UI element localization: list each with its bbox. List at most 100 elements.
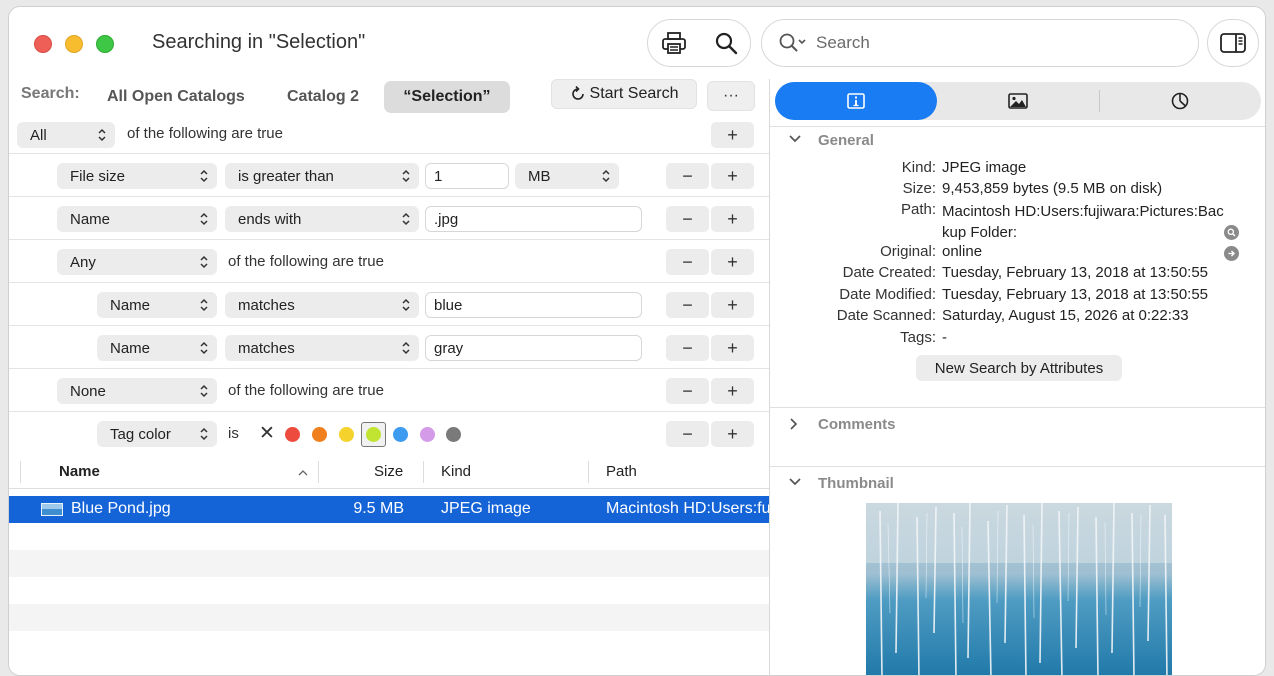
remove-criterion-button[interactable]: − bbox=[666, 163, 709, 189]
refresh-icon bbox=[571, 86, 584, 100]
tag-color-purple[interactable] bbox=[420, 427, 435, 442]
info-path-value: Macintosh HD:Users:fujiwara:Pictures:Bac… bbox=[942, 203, 1224, 241]
tag-color-blue[interactable] bbox=[393, 427, 408, 442]
scope-catalog-2[interactable]: Catalog 2 bbox=[271, 81, 375, 113]
info-key: Date Scanned: bbox=[836, 307, 936, 324]
tag-color-orange[interactable] bbox=[312, 427, 327, 442]
toggle-inspector-button[interactable] bbox=[1207, 19, 1259, 67]
criterion-value-field[interactable]: blue bbox=[425, 292, 642, 318]
pie-chart-icon bbox=[1171, 92, 1189, 110]
criterion-field-value: Name bbox=[70, 210, 111, 228]
criterion-operator-popup[interactable]: ends with bbox=[225, 206, 419, 232]
chevron-updown-icon bbox=[200, 341, 208, 355]
divider bbox=[9, 239, 769, 240]
criterion-unit-value: MB bbox=[528, 167, 551, 185]
table-row[interactable]: Blue Pond.jpg 9.5 MB JPEG image Macintos… bbox=[9, 496, 769, 523]
general-section-label: General bbox=[818, 132, 874, 149]
criterion-operator-value: is greater than bbox=[238, 167, 334, 185]
column-name[interactable]: Name bbox=[59, 463, 100, 480]
info-value: - bbox=[942, 329, 947, 346]
column-divider bbox=[318, 461, 319, 483]
column-path[interactable]: Path bbox=[606, 463, 637, 480]
info-key: Tags: bbox=[900, 329, 936, 346]
criterion-value-field[interactable]: 1 bbox=[425, 163, 509, 189]
criterion-unit-popup[interactable]: MB bbox=[515, 163, 619, 189]
reveal-path-button[interactable] bbox=[1224, 225, 1239, 240]
criterion-value-field[interactable]: gray bbox=[425, 335, 642, 361]
criterion-field-popup[interactable]: Tag color bbox=[97, 421, 217, 447]
remove-criterion-button[interactable]: − bbox=[666, 292, 709, 318]
criterion-field-popup[interactable]: Name bbox=[97, 292, 217, 318]
search-input[interactable] bbox=[816, 31, 1176, 55]
add-criterion-button[interactable]: + bbox=[711, 292, 754, 318]
add-criterion-button[interactable]: + bbox=[711, 206, 754, 232]
start-search-button[interactable]: Start Search bbox=[551, 79, 697, 109]
tag-color-yellow[interactable] bbox=[339, 427, 354, 442]
info-row-original: Original: online bbox=[770, 243, 1265, 264]
criterion-field-popup[interactable]: File size bbox=[57, 163, 217, 189]
go-to-original-button[interactable] bbox=[1224, 246, 1239, 261]
remove-criterion-button[interactable]: − bbox=[666, 206, 709, 232]
add-criterion-button[interactable]: + bbox=[711, 122, 754, 148]
minimize-window-button[interactable] bbox=[65, 35, 83, 53]
criterion-field-popup[interactable]: Name bbox=[97, 335, 217, 361]
add-criterion-button[interactable]: + bbox=[711, 378, 754, 404]
criterion-operator-popup[interactable]: matches bbox=[225, 335, 419, 361]
window-title: Searching in "Selection" bbox=[152, 31, 366, 53]
general-section-header[interactable]: General bbox=[770, 126, 1265, 154]
chevron-updown-icon bbox=[200, 255, 208, 269]
thumbnail-section-header[interactable]: Thumbnail bbox=[770, 469, 1265, 497]
column-size[interactable]: Size bbox=[374, 463, 403, 480]
remove-criterion-button[interactable]: − bbox=[666, 335, 709, 361]
zoom-window-button[interactable] bbox=[96, 35, 114, 53]
info-key: Original: bbox=[880, 243, 936, 260]
info-row-tags: Tags: - bbox=[770, 329, 1265, 350]
group-match-popup[interactable]: None bbox=[57, 378, 217, 404]
chevron-updown-icon bbox=[98, 128, 106, 142]
add-criterion-button[interactable]: + bbox=[711, 163, 754, 189]
add-criterion-button[interactable]: + bbox=[711, 335, 754, 361]
tab-info[interactable] bbox=[775, 82, 937, 120]
tag-color-red[interactable] bbox=[285, 427, 300, 442]
tag-color-none[interactable]: ✕ bbox=[259, 422, 275, 445]
scope-all-open-catalogs[interactable]: All Open Catalogs bbox=[91, 81, 261, 113]
group-match-popup[interactable]: Any bbox=[57, 249, 217, 275]
add-criterion-button[interactable]: + bbox=[711, 249, 754, 275]
toolbar-search-field[interactable] bbox=[761, 19, 1199, 67]
remove-criterion-button[interactable]: − bbox=[666, 421, 709, 447]
print-button[interactable] bbox=[648, 20, 700, 66]
thumbnail-section-label: Thumbnail bbox=[818, 475, 894, 492]
search-menu-icon[interactable] bbox=[778, 32, 808, 54]
column-kind[interactable]: Kind bbox=[441, 463, 471, 480]
tab-preview[interactable] bbox=[937, 82, 1099, 120]
divider bbox=[770, 126, 1265, 127]
tag-color-gray[interactable] bbox=[446, 427, 461, 442]
info-icon bbox=[847, 93, 865, 109]
remove-criterion-button[interactable]: − bbox=[666, 378, 709, 404]
tag-color-operator-text: is bbox=[228, 425, 239, 442]
criterion-controls: − + bbox=[666, 163, 754, 189]
chevron-updown-icon bbox=[200, 169, 208, 183]
criterion-operator-popup[interactable]: is greater than bbox=[225, 163, 419, 189]
remove-criterion-button[interactable]: − bbox=[666, 249, 709, 275]
column-divider bbox=[423, 461, 424, 483]
more-options-button[interactable]: ··· bbox=[707, 81, 755, 111]
find-button[interactable] bbox=[700, 20, 752, 66]
add-criterion-button[interactable]: + bbox=[711, 421, 754, 447]
group-match-value: Any bbox=[70, 253, 96, 271]
divider bbox=[9, 196, 769, 197]
criterion-operator-popup[interactable]: matches bbox=[225, 292, 419, 318]
row-path: Macintosh HD:Users:fujiwara:Pictures:Bac… bbox=[606, 500, 769, 517]
row-name: Blue Pond.jpg bbox=[71, 500, 171, 517]
tab-stats[interactable] bbox=[1099, 82, 1261, 120]
root-match-popup[interactable]: All bbox=[17, 122, 115, 148]
comments-section-header[interactable]: Comments bbox=[770, 410, 1265, 438]
info-value: online bbox=[942, 243, 983, 260]
criterion-value-field[interactable]: .jpg bbox=[425, 206, 642, 232]
scope-selection[interactable]: “Selection” bbox=[384, 81, 510, 113]
new-search-by-attributes-button[interactable]: New Search by Attributes bbox=[916, 355, 1122, 381]
comments-section-label: Comments bbox=[818, 416, 896, 433]
criterion-field-popup[interactable]: Name bbox=[57, 206, 217, 232]
tag-color-green[interactable] bbox=[366, 427, 381, 442]
close-window-button[interactable] bbox=[34, 35, 52, 53]
